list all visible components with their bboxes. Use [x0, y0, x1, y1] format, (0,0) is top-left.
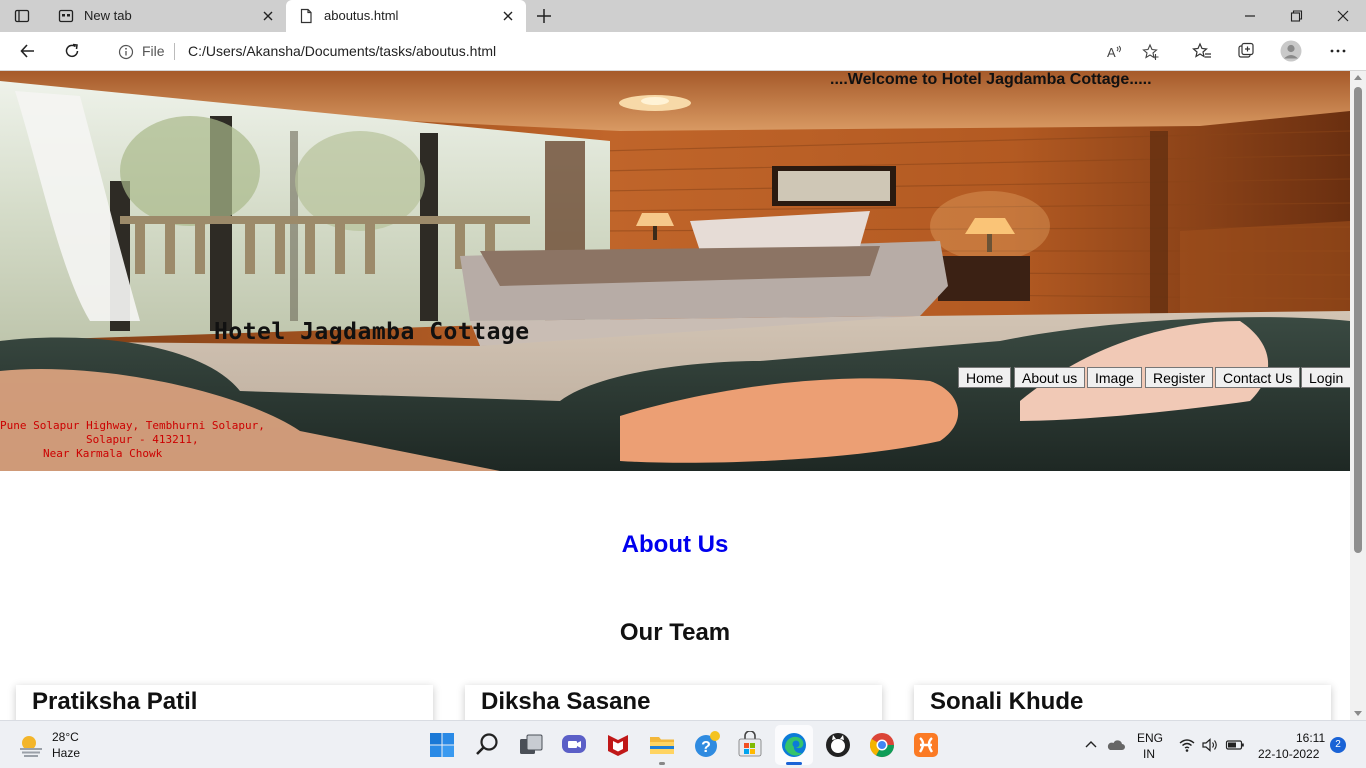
- team-member-name: Pratiksha Patil: [32, 688, 198, 715]
- team-card: Pratiksha Patil: [16, 685, 433, 720]
- close-tab-icon[interactable]: [260, 8, 276, 24]
- task-view-icon[interactable]: [517, 731, 545, 759]
- microsoft-store-icon[interactable]: [736, 731, 764, 759]
- search-icon[interactable]: [473, 731, 501, 759]
- team-card: Sonali Khude: [914, 685, 1331, 720]
- back-icon[interactable]: [18, 41, 38, 61]
- address-line: Solapur - 413211,: [86, 433, 199, 446]
- tab-label: New tab: [84, 8, 132, 23]
- tab-label: aboutus.html: [324, 8, 399, 23]
- show-hidden-icons-icon[interactable]: [1082, 736, 1100, 754]
- chrome-icon[interactable]: [868, 731, 896, 759]
- scroll-thumb[interactable]: [1354, 87, 1362, 553]
- address-divider: [174, 43, 175, 60]
- nav-login-button[interactable]: Login: [1301, 367, 1350, 388]
- restore-icon[interactable]: [1286, 6, 1306, 26]
- tab-new-tab[interactable]: New tab: [46, 0, 286, 32]
- hotel-title: Hotel Jagdamba Cottage: [214, 319, 530, 345]
- hero-banner: ....Welcome to Hotel Jagdamba Cottage...…: [0, 71, 1350, 471]
- read-aloud-icon[interactable]: A: [1106, 43, 1124, 61]
- tab-aboutus[interactable]: aboutus.html: [286, 0, 526, 32]
- volume-icon[interactable]: [1201, 736, 1219, 754]
- close-window-icon[interactable]: [1333, 6, 1353, 26]
- team-card: Diksha Sasane: [465, 685, 882, 720]
- collections-icon[interactable]: [1236, 41, 1256, 61]
- address-line: Near Karmala Chowk: [43, 447, 163, 460]
- page-scrollbar[interactable]: [1350, 71, 1366, 720]
- refresh-icon[interactable]: [62, 41, 82, 61]
- clock-date[interactable]: 22-10-2022: [1258, 747, 1319, 761]
- favorites-icon[interactable]: [1192, 41, 1212, 61]
- team-member-name: Diksha Sasane: [481, 688, 651, 715]
- url-text[interactable]: C:/Users/Akansha/Documents/tasks/aboutus…: [188, 43, 496, 59]
- hotel-room-image: [0, 71, 1350, 471]
- browser-toolbar: File C:/Users/Akansha/Documents/tasks/ab…: [0, 32, 1366, 71]
- weather-temperature[interactable]: 28°C: [52, 730, 79, 744]
- battery-icon[interactable]: [1225, 736, 1245, 754]
- more-options-icon[interactable]: [1328, 41, 1348, 61]
- info-icon[interactable]: [118, 44, 134, 60]
- chat-icon[interactable]: [560, 731, 588, 759]
- file-explorer-icon[interactable]: [648, 731, 676, 759]
- close-tab-icon[interactable]: [500, 8, 516, 24]
- clock-time[interactable]: 16:11: [1296, 731, 1325, 745]
- get-help-icon[interactable]: ?: [692, 731, 720, 759]
- nav-register-button[interactable]: Register: [1145, 367, 1214, 388]
- running-indicator: [786, 762, 802, 765]
- new-tab-icon[interactable]: [534, 6, 554, 26]
- address-line: Pune Solapur Highway, Tembhurni Solapur,: [0, 419, 265, 432]
- xampp-icon[interactable]: [912, 731, 940, 759]
- minimize-icon[interactable]: [1240, 6, 1260, 26]
- add-favorite-icon[interactable]: [1142, 43, 1160, 61]
- new-tab-page-icon: [58, 9, 74, 23]
- our-team-heading: Our Team: [619, 619, 731, 646]
- language-region[interactable]: IN: [1143, 747, 1155, 761]
- nav-home-button[interactable]: Home: [958, 367, 1012, 388]
- profile-avatar-icon[interactable]: [1280, 40, 1302, 62]
- team-member-name: Sonali Khude: [930, 688, 1084, 715]
- language-indicator[interactable]: ENG: [1137, 731, 1163, 745]
- welcome-marquee: ....Welcome to Hotel Jagdamba Cottage...…: [830, 71, 1152, 88]
- weather-haze-icon[interactable]: [18, 733, 44, 757]
- start-icon[interactable]: [428, 731, 456, 759]
- address-bar[interactable]: File C:/Users/Akansha/Documents/tasks/ab…: [100, 36, 1176, 67]
- page-viewport: ....Welcome to Hotel Jagdamba Cottage...…: [0, 71, 1350, 720]
- taskbar: 28°C Haze ? ENG IN 16:11 22-10-2022 2: [0, 720, 1366, 768]
- about-us-heading: About Us: [621, 531, 729, 558]
- svg-text:A: A: [1107, 45, 1116, 60]
- notification-badge[interactable]: 2: [1330, 737, 1346, 753]
- hotel-address: Pune Solapur Highway, Tembhurni Solapur,…: [0, 419, 265, 461]
- running-indicator: [659, 762, 665, 765]
- scroll-up-icon[interactable]: [1354, 75, 1362, 80]
- document-icon: [300, 8, 312, 24]
- onedrive-icon[interactable]: [1106, 736, 1126, 754]
- tab-strip: New tab aboutus.html: [0, 0, 1366, 32]
- wifi-icon[interactable]: [1178, 736, 1196, 754]
- scheme-label: File: [142, 43, 165, 59]
- github-desktop-icon[interactable]: [824, 731, 852, 759]
- nav-about-us-button[interactable]: About us: [1014, 367, 1086, 388]
- edge-browser-icon[interactable]: [780, 731, 808, 759]
- svg-text:?: ?: [701, 739, 711, 756]
- scroll-down-icon[interactable]: [1354, 711, 1362, 716]
- tab-actions-icon[interactable]: [14, 8, 30, 24]
- nav-contact-us-button[interactable]: Contact Us: [1215, 367, 1301, 388]
- weather-condition[interactable]: Haze: [52, 746, 80, 760]
- mcafee-icon[interactable]: [604, 731, 632, 759]
- nav-image-button[interactable]: Image: [1087, 367, 1142, 388]
